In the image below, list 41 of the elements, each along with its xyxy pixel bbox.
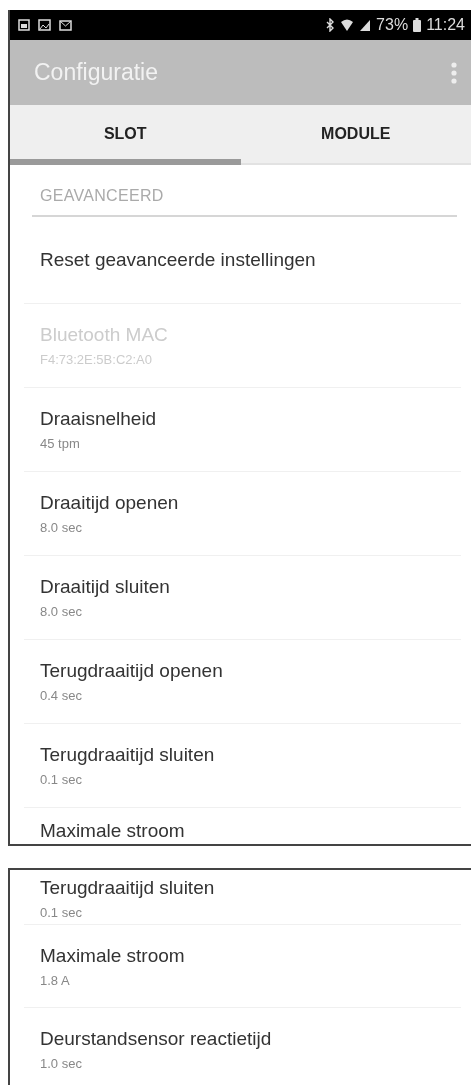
preference-item[interactable]: Reset geavanceerde instellingen bbox=[24, 217, 461, 304]
notification-icon bbox=[18, 19, 30, 31]
item-value: 8.0 sec bbox=[40, 520, 83, 535]
preference-item[interactable]: Terugdraaitijd sluiten 0.1 sec bbox=[24, 724, 461, 808]
item-title: Draaisnelheid bbox=[40, 408, 158, 430]
mail-icon bbox=[59, 19, 72, 31]
tab[interactable]: MODULE bbox=[240, 105, 471, 165]
bluetooth-icon bbox=[326, 18, 336, 32]
clock: 11:24 bbox=[426, 16, 465, 34]
item-title: Maximale stroom bbox=[40, 820, 186, 842]
section-header: GEAVANCEERD bbox=[32, 181, 457, 217]
item-title: Terugdraaitijd sluiten bbox=[40, 744, 216, 766]
preference-item[interactable]: Deurstandsensor reactietijd 1.0 sec bbox=[24, 1008, 461, 1085]
preference-item[interactable]: Maximale stroom 1.8 A bbox=[24, 925, 461, 1008]
item-title: Draaitijd sluiten bbox=[40, 576, 171, 598]
battery-percentage: 73% bbox=[376, 16, 409, 34]
preference-item[interactable]: Draaisnelheid 45 tpm bbox=[24, 388, 461, 472]
preference-item[interactable]: Maximale stroom bbox=[24, 808, 461, 844]
overflow-menu-icon[interactable] bbox=[451, 61, 457, 84]
item-value: 1.0 sec bbox=[40, 1055, 83, 1071]
item-title: Maximale stroom bbox=[40, 944, 186, 967]
item-title: Deurstandsensor reactietijd bbox=[40, 1027, 273, 1050]
item-value: 1.8 A bbox=[40, 972, 71, 988]
battery-icon bbox=[413, 18, 422, 32]
tab[interactable]: SLOT bbox=[10, 105, 241, 165]
item-value: 0.4 sec bbox=[40, 688, 83, 703]
item-value: 8.0 sec bbox=[40, 604, 83, 619]
wifi-icon bbox=[340, 18, 355, 32]
preference-item[interactable]: Draaitijd openen 8.0 sec bbox=[24, 472, 461, 556]
item-value: 45 tpm bbox=[40, 436, 81, 451]
item-title: Terugdraaitijd openen bbox=[40, 660, 224, 682]
item-value: 0.1 sec bbox=[40, 772, 83, 787]
item-value: 0.1 sec bbox=[40, 905, 83, 920]
preference-item[interactable]: Draaitijd sluiten 8.0 sec bbox=[24, 556, 461, 640]
item-title: Reset geavanceerde instellingen bbox=[40, 249, 317, 271]
item-title: Draaitijd openen bbox=[40, 492, 180, 514]
image-icon bbox=[38, 19, 51, 31]
signal-icon bbox=[359, 18, 372, 32]
preference-item[interactable]: Terugdraaitijd sluiten 0.1 sec bbox=[24, 870, 461, 925]
preference-item[interactable]: Terugdraaitijd openen 0.4 sec bbox=[24, 640, 461, 724]
item-title: Terugdraaitijd sluiten bbox=[40, 877, 216, 899]
